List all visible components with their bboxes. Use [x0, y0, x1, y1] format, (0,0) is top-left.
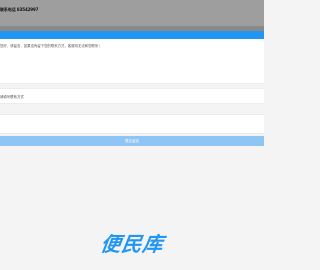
logo-text: 便民库 [98, 232, 165, 256]
message-placeholder: 您好，请留言，如果没有留下您的联系方式，客服将无法和您联系！ [0, 44, 102, 48]
extra-input[interactable] [0, 114, 264, 134]
contact-input[interactable]: 请填写联系方式 [0, 88, 264, 104]
contact-placeholder: 请填写联系方式 [0, 95, 24, 99]
message-textarea[interactable]: 您好，请留言，如果没有留下您的联系方式，客服将无法和您联系！ [0, 39, 264, 84]
title-bar [0, 31, 264, 39]
logo: 便民库 [0, 228, 264, 257]
phone-number-text: 联系电话 83542997 [0, 7, 39, 12]
submit-button[interactable]: 提交留言 [0, 136, 264, 146]
top-header: 联系电话 83542997 [0, 0, 264, 26]
